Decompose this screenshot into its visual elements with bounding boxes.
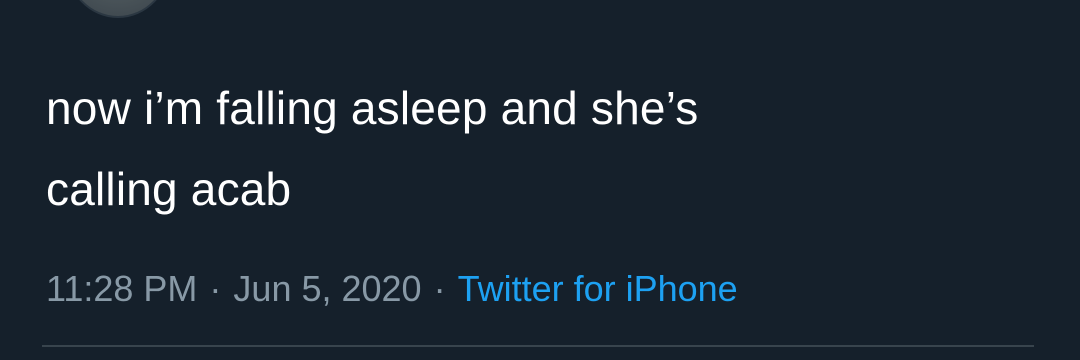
avatar[interactable] [66, 0, 170, 18]
tweet-date[interactable]: Jun 5, 2020 [233, 268, 421, 309]
tweet-text: now i’m falling asleep and she’s calling… [46, 68, 1046, 230]
metadata-separator: · [209, 268, 222, 309]
tweet-text-line-1: now i’m falling asleep and she’s [46, 82, 699, 134]
divider [42, 345, 1034, 347]
tweet-time: 11:28 PM [46, 268, 198, 309]
metadata-separator: · [433, 268, 446, 309]
tweet-source-link[interactable]: Twitter for iPhone [458, 268, 738, 309]
tweet-text-line-2: calling acab [46, 163, 292, 215]
tweet-metadata: 11:28 PM · Jun 5, 2020 · Twitter for iPhone [46, 266, 738, 312]
